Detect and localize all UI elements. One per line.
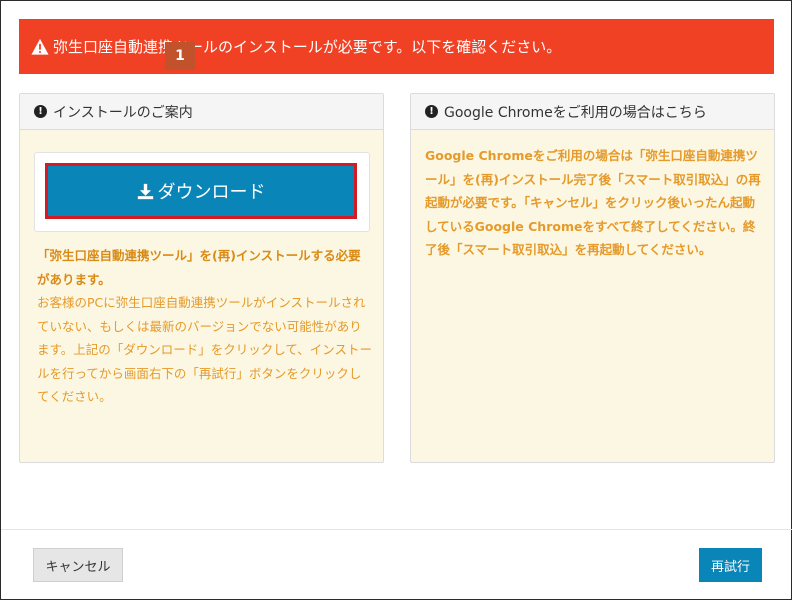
- download-label: ダウンロード: [157, 182, 266, 203]
- chrome-info-title: Google Chromeをご利用の場合はこちら: [444, 104, 707, 121]
- exclamation-circle-icon: !: [34, 105, 47, 118]
- install-guide-title: インストールのご案内: [53, 104, 193, 121]
- warning-banner: 弥生口座自動連携ツールのインストールが必要です。以下を確認ください。: [19, 19, 774, 74]
- download-icon: [137, 183, 153, 199]
- chrome-note: Google Chromeをご利用の場合は「弥生口座自動連携ツール」を(再)イン…: [425, 148, 761, 257]
- footer-divider: [1, 529, 792, 530]
- warning-message: 弥生口座自動連携ツールのインストールが必要です。以下を確認ください。: [53, 38, 562, 56]
- cancel-button[interactable]: キャンセル: [33, 548, 123, 582]
- retry-button[interactable]: 再試行: [699, 548, 762, 582]
- download-box: ダウンロード: [34, 152, 370, 232]
- install-guide-panel: ! インストールのご案内 ダウンロード 「弥生口座自動連携ツール」を(再)インス…: [19, 93, 384, 463]
- install-required-dialog: 弥生口座自動連携ツールのインストールが必要です。以下を確認ください。 ! インス…: [0, 0, 792, 600]
- install-note-bold: 「弥生口座自動連携ツール」を(再)インストールする必要があります。: [37, 248, 361, 287]
- install-guide-header: ! インストールのご案内: [20, 94, 383, 130]
- chrome-info-panel: ! Google Chromeをご利用の場合はこちら Google Chrome…: [410, 93, 775, 463]
- install-note: 「弥生口座自動連携ツール」を(再)インストールする必要があります。 お客様のPC…: [37, 244, 372, 409]
- warning-triangle-icon: [31, 38, 49, 55]
- download-button[interactable]: ダウンロード: [45, 163, 357, 219]
- install-note-body: お客様のPCに弥生口座自動連携ツールがインストールされていない、もしくは最新のバ…: [37, 295, 373, 404]
- exclamation-circle-icon: !: [425, 105, 438, 118]
- step-number-badge: 1: [165, 42, 195, 70]
- chrome-info-header: ! Google Chromeをご利用の場合はこちら: [411, 94, 774, 130]
